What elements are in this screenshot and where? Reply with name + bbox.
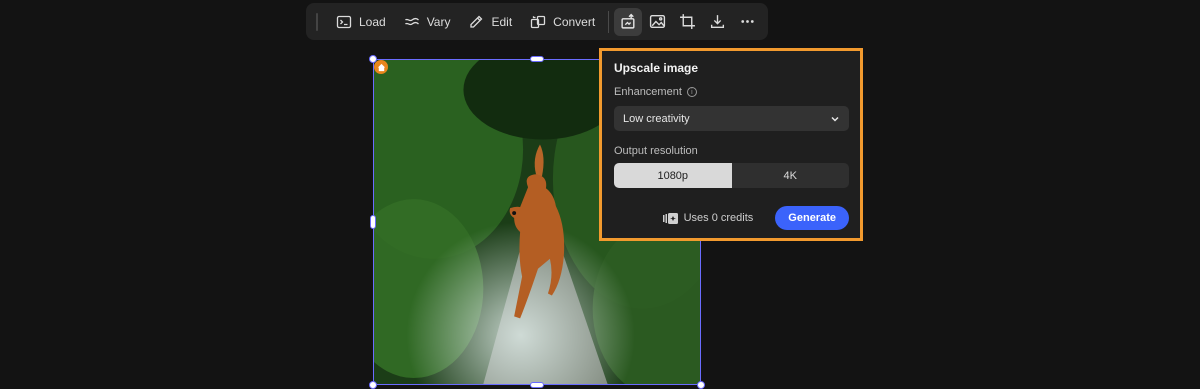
resolution-option-1080p[interactable]: 1080p [614, 163, 732, 188]
top-toolbar: Load Vary Edit Convert [306, 3, 768, 40]
toolbar-grip[interactable] [316, 12, 318, 31]
wave-icon [404, 17, 419, 25]
upscale-panel: Upscale image Enhancement i Low creativi… [602, 51, 860, 238]
vary-label: Vary [426, 14, 451, 29]
resize-handle-bottom[interactable] [530, 382, 544, 388]
edit-label: Edit [491, 14, 513, 29]
resolution-toggle: 1080p 4K [614, 163, 849, 188]
pencil-icon [470, 15, 483, 28]
download-icon [710, 15, 724, 29]
resize-handle-left[interactable] [370, 215, 376, 229]
crop-icon [680, 14, 696, 29]
resize-handle-top[interactable] [530, 56, 544, 62]
generate-button[interactable]: Generate [775, 206, 849, 230]
toolbar-divider [608, 10, 610, 33]
terminal-icon [336, 15, 352, 28]
load-label: Load [358, 14, 386, 29]
upscale-icon [620, 13, 635, 29]
enhancement-select[interactable]: Low creativity [614, 106, 849, 131]
vary-button[interactable]: Vary [395, 8, 460, 36]
image-button[interactable] [644, 8, 672, 36]
panel-title: Upscale image [614, 61, 699, 75]
edit-button[interactable]: Edit [459, 8, 521, 36]
credits-icon [662, 212, 678, 224]
info-icon[interactable]: i [686, 87, 697, 97]
chevron-down-icon [831, 116, 839, 122]
download-button[interactable] [703, 8, 731, 36]
panel-footer: Uses 0 credits Generate [614, 206, 849, 230]
enhancement-label: Enhancement [614, 86, 682, 98]
resize-handle-top-left[interactable] [369, 55, 377, 63]
upscale-button[interactable] [614, 7, 642, 36]
resolution-label: Output resolution [614, 145, 698, 157]
load-button[interactable]: Load [327, 8, 395, 36]
enhancement-label-row: Enhancement i [614, 86, 697, 98]
convert-button[interactable]: Convert [521, 8, 604, 36]
image-icon [650, 14, 666, 29]
credits-info: Uses 0 credits [662, 212, 754, 224]
crop-button[interactable] [674, 8, 702, 36]
more-icon [740, 20, 754, 23]
convert-icon [531, 15, 546, 28]
enhancement-value: Low creativity [623, 112, 690, 125]
generated-badge-icon [374, 60, 388, 74]
credits-text: Uses 0 credits [683, 212, 754, 224]
more-button[interactable] [733, 8, 761, 36]
convert-label: Convert [553, 14, 596, 29]
resolution-option-4k[interactable]: 4K [732, 163, 850, 188]
